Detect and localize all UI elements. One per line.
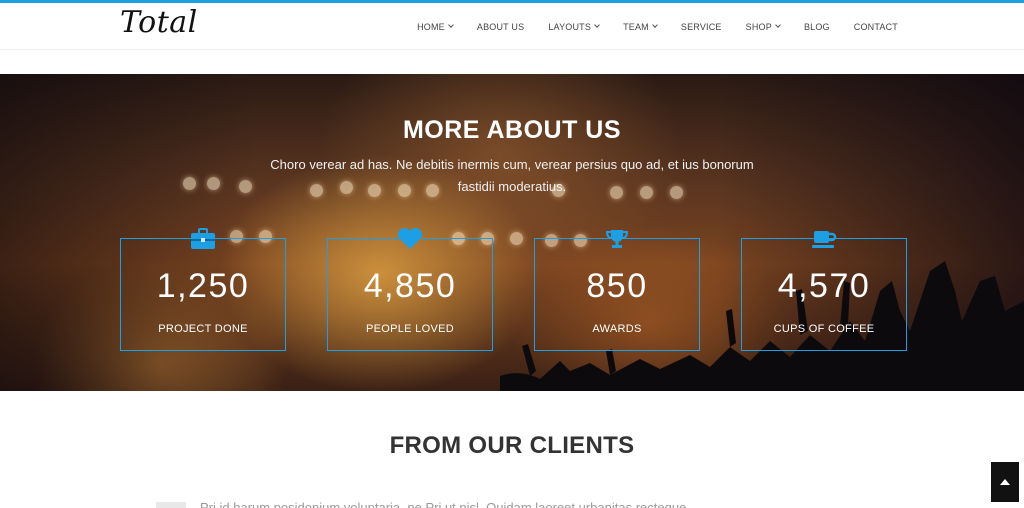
site-logo[interactable]: Total [120,5,198,40]
briefcase-icon [181,225,225,253]
stat-number: 850 [586,267,648,305]
stat-card-projects: 1,250 PROJECT DONE [120,228,286,351]
chevron-down-icon [448,22,454,28]
trophy-icon [595,225,639,253]
about-title: MORE ABOUT US [402,116,622,144]
chevron-down-icon [594,22,600,28]
nav-item-service[interactable]: SERVICE [681,22,722,32]
nav-item-about-us[interactable]: ABOUT US [477,22,524,32]
stat-label: AWARDS [592,323,642,335]
stat-label: CUPS OF COFFEE [773,323,875,335]
about-section: MORE ABOUT US Choro verear ad has. Ne de… [0,74,1024,391]
clients-title: FROM OUR CLIENTS [389,432,635,459]
stage-light [183,177,196,190]
chevron-up-icon [1000,478,1010,485]
quote-icon [156,502,186,508]
main-nav: HOME ABOUT US LAYOUTS TEAM SERVICE SHOP … [393,3,898,50]
stage-light [510,232,523,245]
stat-card-people: 4,850 PEOPLE LOVED [327,228,493,351]
stage-light [239,180,252,193]
stat-number: 4,570 [777,267,871,305]
heart-icon [388,225,432,253]
about-description: Choro verear ad has. Ne debitis inermis … [270,157,754,194]
nav-item-contact[interactable]: CONTACT [854,22,898,32]
stat-label: PEOPLE LOVED [366,323,454,335]
nav-item-blog[interactable]: BLOG [804,22,830,32]
nav-item-team[interactable]: TEAM [623,22,658,32]
stat-card-awards: 850 AWARDS [534,230,700,351]
stat-number: 4,850 [363,267,457,305]
coffee-cup-icon [802,225,846,253]
stage-light [207,177,220,190]
stat-number: 1,250 [156,267,250,305]
site-header: Total HOME ABOUT US LAYOUTS TEAM SERVICE… [0,3,1024,50]
nav-item-layouts[interactable]: LAYOUTS [548,22,600,32]
stat-card-coffee: 4,570 CUPS OF COFFEE [741,231,907,351]
chevron-down-icon [652,22,658,28]
stat-label: PROJECT DONE [158,323,248,335]
client-testimonial-text: Pri id harum posidonium voluptaria, ne P… [200,500,687,508]
nav-item-home[interactable]: HOME [417,22,454,32]
chevron-down-icon [775,22,781,28]
scroll-to-top-button[interactable] [991,462,1019,502]
nav-item-shop[interactable]: SHOP [746,22,781,32]
